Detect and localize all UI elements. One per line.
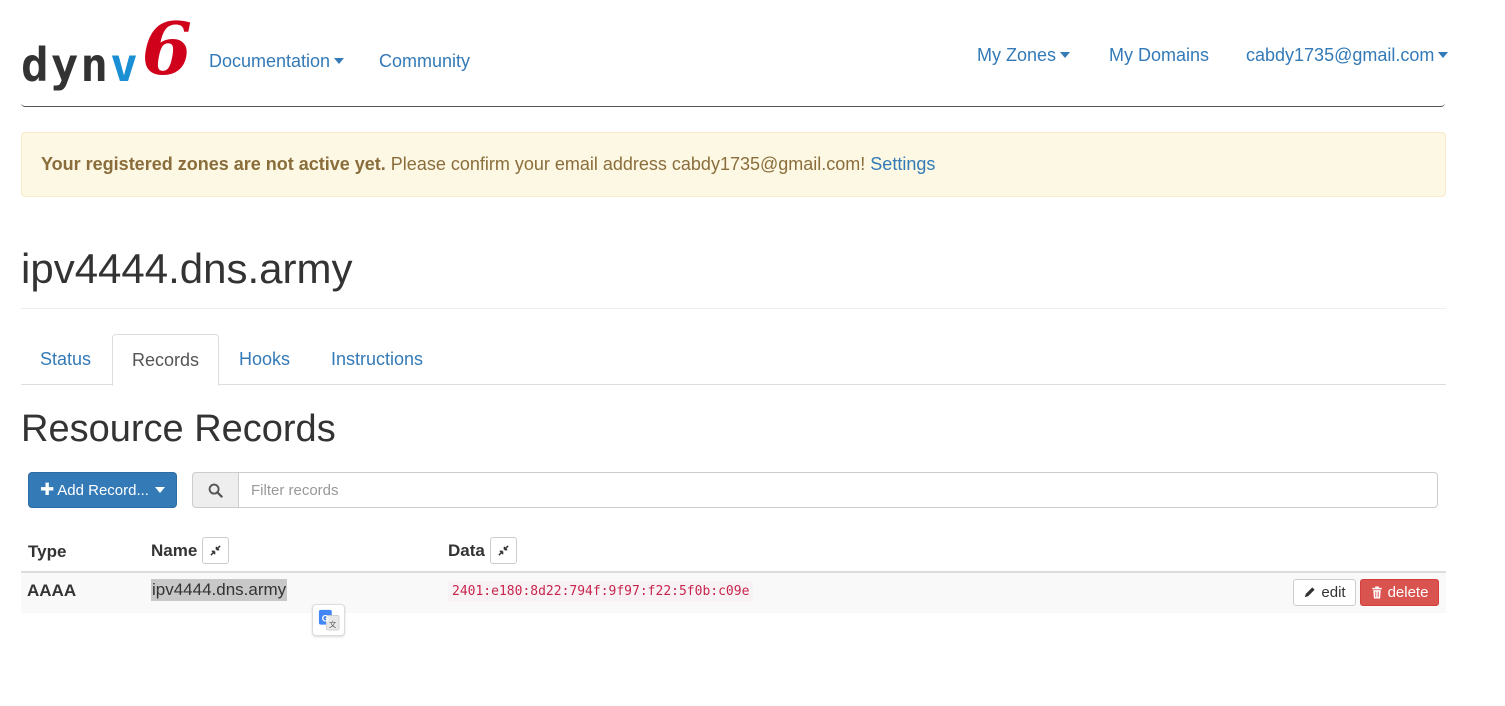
filter-group <box>192 472 1438 508</box>
nav-account-label: cabdy1735@gmail.com <box>1246 45 1435 65</box>
section-title: Resource Records <box>21 408 336 450</box>
trash-icon <box>1371 586 1382 599</box>
nav-documentation-label: Documentation <box>209 51 331 71</box>
caret-down-icon <box>154 487 165 493</box>
svg-text:G: G <box>321 613 328 623</box>
caret-down-icon <box>334 57 345 64</box>
delete-button[interactable]: delete <box>1360 579 1439 606</box>
record-name: ipv4444.dns.army <box>151 579 288 601</box>
add-record-button[interactable]: ✚ Add Record... <box>28 472 177 508</box>
nav-documentation[interactable]: Documentation <box>209 51 345 72</box>
record-data: 2401:e180:8d22:794f:9f97:f22:5f0b:c09e <box>448 581 754 602</box>
pencil-icon <box>1305 587 1316 598</box>
tab-records[interactable]: Records <box>112 334 220 386</box>
logo-v: v <box>110 38 140 92</box>
nav-account-menu[interactable]: cabdy1735@gmail.com <box>1246 45 1449 66</box>
column-header-data: Data <box>448 537 517 564</box>
page-title: ipv4444.dns.army <box>21 245 353 292</box>
svg-text:文: 文 <box>329 620 337 629</box>
column-header-name-label: Name <box>151 540 198 560</box>
table-row: AAAA ipv4444.dns.army 2401:e180:8d22:794… <box>21 573 1446 613</box>
tab-hooks[interactable]: Hooks <box>220 334 309 385</box>
edit-label: edit <box>1321 584 1346 601</box>
nav-my-domains[interactable]: My Domains <box>1109 45 1209 66</box>
google-translate-icon[interactable]: G 文 <box>312 604 345 636</box>
nav-my-zones[interactable]: My Zones <box>977 45 1071 66</box>
nav-my-zones-label: My Zones <box>977 45 1057 65</box>
zone-tabs: Status Records Hooks Instructions <box>21 334 1446 386</box>
dynv6-logo[interactable]: dyn v 6 <box>21 8 192 88</box>
nav-community[interactable]: Community <box>379 51 470 72</box>
title-divider <box>21 308 1446 309</box>
column-header-type: Type <box>28 542 67 561</box>
tab-status[interactable]: Status <box>21 334 110 385</box>
alert-settings-link[interactable]: Settings <box>870 154 935 175</box>
tab-instructions[interactable]: Instructions <box>312 334 442 385</box>
search-icon <box>192 472 238 508</box>
add-record-label: Add Record... <box>57 481 149 499</box>
alert-strong: Your registered zones are not active yet… <box>41 154 386 174</box>
record-type: AAAA <box>27 581 77 600</box>
logo-dyn: dyn <box>21 38 111 92</box>
column-header-data-label: Data <box>448 540 485 560</box>
caret-down-icon <box>1438 51 1449 58</box>
edit-button[interactable]: edit <box>1293 579 1356 606</box>
caret-down-icon <box>1060 51 1071 58</box>
column-header-name: Name <box>151 537 230 564</box>
plus-icon: ✚ <box>40 480 55 499</box>
compress-icon[interactable] <box>489 537 517 564</box>
logo-six: 6 <box>141 6 192 92</box>
filter-records-input[interactable] <box>238 472 1438 508</box>
compress-icon[interactable] <box>202 537 230 564</box>
delete-label: delete <box>1387 584 1429 601</box>
alert-message: Please confirm your email address cabdy1… <box>390 154 866 174</box>
warning-alert: Your registered zones are not active yet… <box>21 132 1446 197</box>
